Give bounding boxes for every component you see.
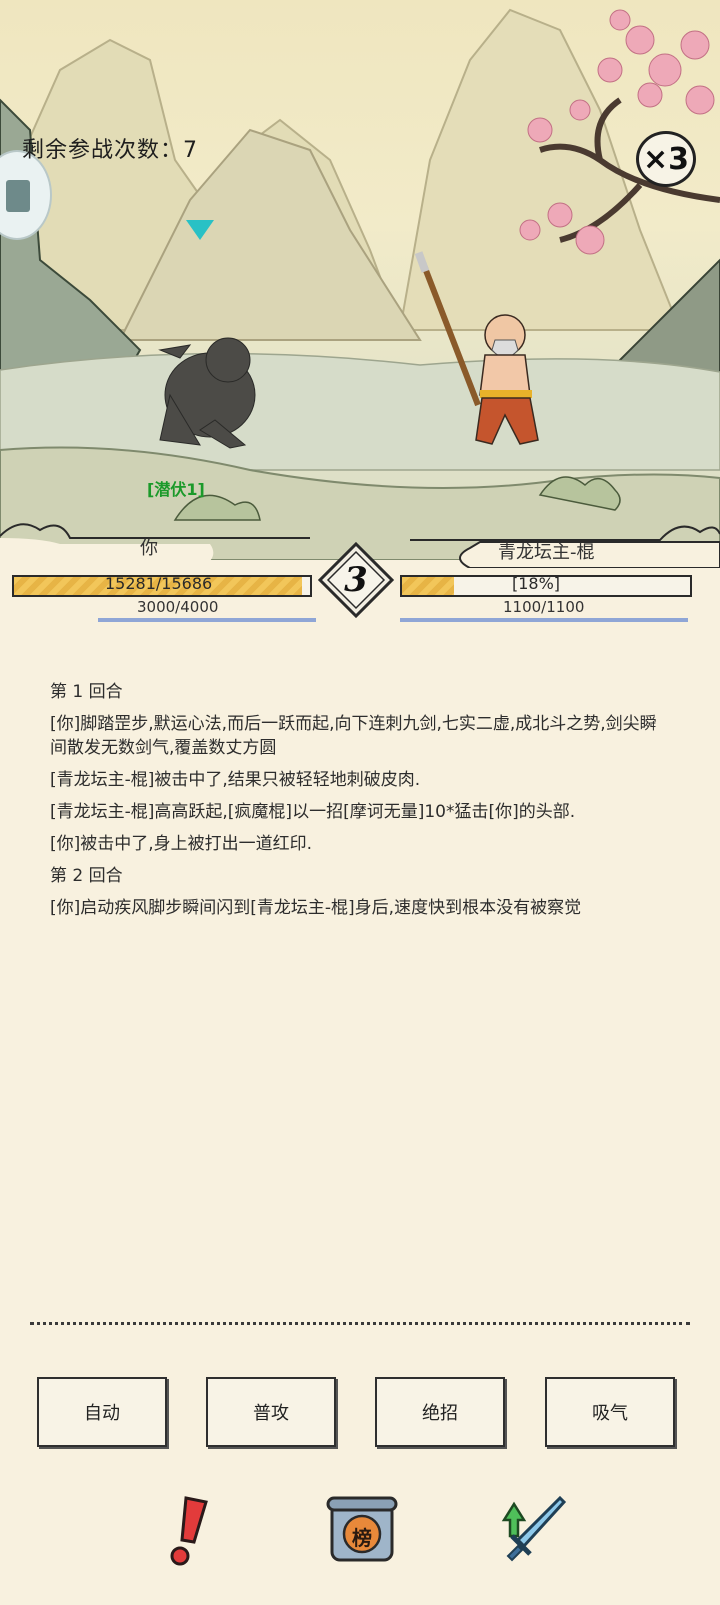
remaining-count: 7 <box>183 138 199 163</box>
log-entry: [你]启动疾风脚步瞬间闪到[青龙坛主-棍]身后,速度快到根本没有被察觉 <box>50 898 582 918</box>
landscape-background <box>0 8 720 560</box>
auto-button[interactable]: 自动 <box>37 1377 167 1447</box>
enemy-name: 青龙坛主-棍 <box>498 542 595 563</box>
ranking-label: 榜 <box>352 1526 372 1550</box>
log-entry: [你]被击中了,身上被打出一道红印. <box>50 834 313 854</box>
enemy-mp-bar <box>400 618 688 622</box>
battle-scene: 剩余参战次数：7 ×3 [潜伏1] <box>0 0 720 560</box>
round-number: 3 <box>344 560 368 600</box>
speed-toggle-button[interactable]: ×3 <box>636 131 696 187</box>
remaining-battles: 剩余参战次数：7 <box>22 132 198 164</box>
sword-upgrade-icon[interactable] <box>490 1490 570 1570</box>
log-entry: [青龙坛主-棍]被击中了,结果只被轻轻地刺破皮肉. <box>50 770 421 790</box>
player-name: 你 <box>140 538 158 559</box>
target-marker-icon <box>186 220 214 240</box>
absorb-button[interactable]: 吸气 <box>545 1377 675 1447</box>
side-tab-icon <box>6 180 30 212</box>
enemy-hp-text: [18%] <box>512 574 561 593</box>
log-entry: [青龙坛主-棍]高高跃起,[疯魔棍]以一招[摩诃无量]10*猛击[你]的头部. <box>50 802 576 822</box>
stealth-status-tag: [潜伏1] <box>147 480 205 499</box>
battle-log: 第 1 回合 [你]脚踏罡步,默运心法,而后一跃而起,向下连刺九剑,七实二虚,成北… <box>50 680 660 928</box>
enemy-mp-text: 1100/1100 <box>503 598 585 616</box>
status-bars: 你 青龙坛主-棍 15281/15686 [18%] 3000/4000 110… <box>0 520 720 630</box>
ranking-scroll-button[interactable]: 榜 <box>322 1490 402 1570</box>
normal-attack-button[interactable]: 普攻 <box>206 1377 336 1447</box>
log-entry: 第 2 回合 <box>50 866 123 886</box>
player-hp-text: 15281/15686 <box>105 574 213 593</box>
log-entry: 第 1 回合 <box>50 682 123 702</box>
player-mp-bar <box>98 618 316 622</box>
player-mp-text: 3000/4000 <box>137 598 219 616</box>
exclamation-icon[interactable] <box>148 1490 228 1570</box>
remaining-label: 剩余参战次数： <box>22 138 184 163</box>
ultimate-button[interactable]: 绝招 <box>375 1377 505 1447</box>
log-divider <box>30 1322 690 1325</box>
enemy-hp-fill <box>402 577 454 595</box>
log-entry: [你]脚踏罡步,默运心法,而后一跃而起,向下连刺九剑,七实二虚,成北斗之势,剑尖… <box>50 714 657 758</box>
